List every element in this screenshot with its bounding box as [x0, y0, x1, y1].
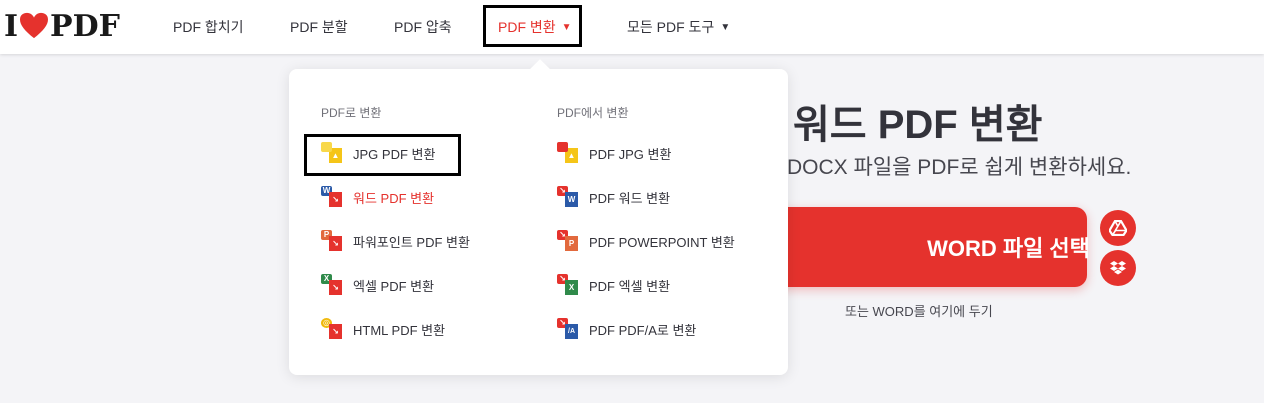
pdf-to-excel-icon: ↘ X: [557, 274, 579, 296]
select-button-label: WORD 파일 선택: [927, 236, 1090, 261]
nav-convert-highlight-box: [483, 5, 582, 47]
pdf-to-word-icon: ↘ W: [557, 186, 579, 208]
drop-hint-text: 또는 WORD를 여기에 두기: [845, 304, 993, 319]
menu-item-pdf-to-excel[interactable]: ↘ X PDF 엑셀 변환: [557, 273, 670, 297]
menu-item-label: 엑셀 PDF 변환: [353, 278, 435, 294]
logo-letter-i: I: [4, 8, 19, 44]
html-globe-icon: ◎ ↘: [321, 318, 343, 340]
google-drive-button[interactable]: [1100, 210, 1136, 246]
menu-item-label: PDF 워드 변환: [589, 190, 671, 206]
google-drive-icon: [1109, 220, 1127, 236]
pdf-to-jpg-icon: ▲: [557, 142, 579, 164]
nav-split-label: PDF 분할: [290, 19, 348, 35]
caret-down-icon: ▼: [720, 21, 731, 33]
menu-item-label: HTML PDF 변환: [353, 322, 446, 338]
menu-item-label: 워드 PDF 변환: [353, 190, 435, 206]
nav-merge-label: PDF 합치기: [173, 19, 244, 35]
menu-item-pdf-to-jpg[interactable]: ▲ PDF JPG 변환: [557, 141, 671, 165]
nav-compress-label: PDF 압축: [394, 19, 452, 35]
pdf-to-pdfa-icon: ↘ /A: [557, 318, 579, 340]
menu-item-word-to-pdf[interactable]: W ↘ 워드 PDF 변환: [321, 185, 434, 209]
word-file-icon: W ↘: [321, 186, 343, 208]
top-navbar: I PDF PDF 합치기 PDF 분할 PDF 압축 PDF 변환 ▼ 모든 …: [0, 0, 1264, 54]
nav-all-tools[interactable]: 모든 PDF 도구 ▼: [627, 0, 730, 54]
menu-item-label: PDF PDF/A로 변환: [589, 322, 697, 338]
nav-merge-pdf[interactable]: PDF 합치기: [173, 0, 244, 54]
menu-item-excel-to-pdf[interactable]: X ↘ 엑셀 PDF 변환: [321, 273, 434, 297]
menu-item-html-to-pdf[interactable]: ◎ ↘ HTML PDF 변환: [321, 317, 445, 341]
from-pdf-heading: PDF에서 변환: [557, 106, 629, 120]
page-subtitle: DOCX 파일을 PDF로 쉽게 변환하세요.: [787, 156, 1132, 179]
menu-item-label: PDF POWERPOINT 변환: [589, 234, 735, 250]
menu-item-label: 파워포인트 PDF 변환: [353, 234, 470, 250]
pdf-to-powerpoint-icon: ↘ P: [557, 230, 579, 252]
menu-item-pdf-to-pdfa[interactable]: ↘ /A PDF PDF/A로 변환: [557, 317, 696, 341]
menu-item-powerpoint-to-pdf[interactable]: P ↘ 파워포인트 PDF 변환: [321, 229, 470, 253]
convert-dropdown-menu: PDF로 변환 PDF에서 변환 ▲ JPG PDF 변환 W ↘ 워드 PDF…: [289, 69, 788, 375]
excel-file-icon: X ↘: [321, 274, 343, 296]
menu-item-pdf-to-powerpoint[interactable]: ↘ P PDF POWERPOINT 변환: [557, 229, 735, 253]
select-word-file-button[interactable]: WORD 파일 선택: [740, 207, 1090, 287]
menu-item-pdf-to-word[interactable]: ↘ W PDF 워드 변환: [557, 185, 670, 209]
jpg-item-highlight-box: [304, 134, 461, 176]
menu-item-label: PDF JPG 변환: [589, 146, 672, 162]
ilovepdf-logo[interactable]: I PDF: [4, 8, 120, 44]
nav-compress-pdf[interactable]: PDF 압축: [394, 0, 452, 54]
dropbox-button[interactable]: [1100, 250, 1136, 286]
heart-icon: [20, 12, 49, 39]
page-title: 워드 PDF 변환: [793, 103, 1043, 147]
menu-item-label: PDF 엑셀 변환: [589, 278, 671, 294]
nav-all-tools-label: 모든 PDF 도구: [627, 19, 715, 35]
powerpoint-file-icon: P ↘: [321, 230, 343, 252]
dropbox-icon: [1110, 261, 1126, 275]
logo-text-pdf: PDF: [50, 8, 120, 44]
to-pdf-heading: PDF로 변환: [321, 106, 382, 120]
nav-split-pdf[interactable]: PDF 분할: [290, 0, 348, 54]
